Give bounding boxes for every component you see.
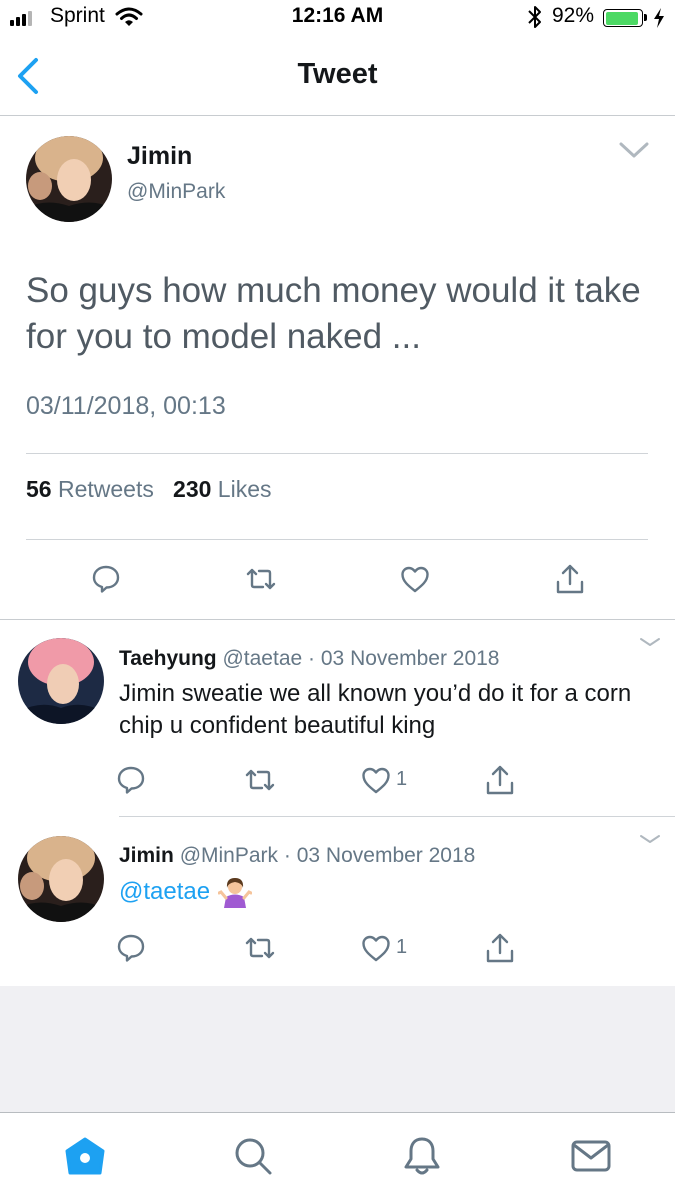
author-handle[interactable]: @MinPark xyxy=(127,180,225,204)
reply-author-handle[interactable]: @taetae xyxy=(222,647,302,670)
battery-icon xyxy=(603,9,643,27)
share-icon xyxy=(556,564,584,594)
tab-notifications[interactable] xyxy=(397,1131,447,1181)
divider xyxy=(26,453,648,454)
reply-date: 03 November 2018 xyxy=(296,844,476,867)
chevron-down-icon[interactable] xyxy=(638,636,662,648)
tweet-timestamp: 03/11/2018, 00:13 xyxy=(26,392,226,420)
tweet-stats: 56 Retweets 230 Likes xyxy=(26,476,272,503)
reply-button[interactable] xyxy=(111,760,151,800)
like-button[interactable] xyxy=(356,760,396,800)
retweets-label[interactable]: Retweets xyxy=(58,476,154,502)
heart-icon xyxy=(401,566,429,593)
share-button[interactable] xyxy=(550,559,590,599)
reply-icon xyxy=(117,766,145,794)
likes-count[interactable]: 230 xyxy=(173,476,211,502)
retweet-icon xyxy=(245,769,275,791)
charging-icon xyxy=(654,8,664,28)
avatar[interactable] xyxy=(18,638,104,724)
chevron-down-icon[interactable] xyxy=(638,833,662,845)
battery-percent: 92% xyxy=(552,4,595,27)
chevron-down-icon[interactable] xyxy=(618,141,650,159)
avatar[interactable] xyxy=(18,836,104,922)
like-count: 1 xyxy=(396,936,408,958)
reply-author-name[interactable]: Jimin xyxy=(119,844,174,867)
likes-label[interactable]: Likes xyxy=(218,476,272,502)
tab-messages[interactable] xyxy=(566,1131,616,1181)
status-bar: Sprint 12:16 AM 92% xyxy=(0,0,675,40)
share-button[interactable] xyxy=(480,760,520,800)
retweet-button[interactable] xyxy=(240,928,280,968)
search-icon xyxy=(235,1138,272,1175)
tab-home[interactable] xyxy=(60,1131,110,1181)
separator-dot: · xyxy=(283,844,291,867)
reply-author-handle[interactable]: @MinPark xyxy=(180,844,278,867)
retweet-button[interactable] xyxy=(241,559,281,599)
avatar-image xyxy=(18,638,104,724)
reply-icon xyxy=(92,565,120,593)
tweet-text: So guys how much money would it take for… xyxy=(26,271,641,356)
divider xyxy=(119,816,675,817)
bluetooth-icon xyxy=(528,6,541,28)
battery-level xyxy=(605,11,638,25)
like-count: 1 xyxy=(396,768,408,790)
reply-icon xyxy=(117,934,145,962)
retweets-count[interactable]: 56 xyxy=(26,476,52,502)
heart-icon xyxy=(362,935,390,962)
mention-link[interactable]: @taetae xyxy=(119,876,210,908)
share-button[interactable] xyxy=(480,928,520,968)
nav-bar: Tweet xyxy=(0,40,675,116)
like-button[interactable] xyxy=(395,559,435,599)
reply-button[interactable] xyxy=(111,928,151,968)
share-icon xyxy=(486,933,514,963)
empty-area xyxy=(0,986,675,1114)
retweet-icon xyxy=(246,568,276,590)
share-icon xyxy=(486,765,514,795)
section-divider xyxy=(0,619,675,620)
separator-dot: · xyxy=(308,647,316,670)
reply-author-name[interactable]: Taehyung xyxy=(119,647,217,670)
like-button[interactable] xyxy=(356,928,396,968)
reply-button[interactable] xyxy=(86,559,126,599)
bell-icon xyxy=(404,1137,440,1175)
home-icon xyxy=(65,1137,105,1175)
mail-icon xyxy=(571,1140,611,1172)
reply-date: 03 November 2018 xyxy=(320,647,500,670)
tab-search[interactable] xyxy=(228,1131,278,1181)
battery-tip xyxy=(644,14,647,21)
author-name[interactable]: Jimin xyxy=(127,142,192,171)
page-title: Tweet xyxy=(297,58,378,90)
person-shrugging-emoji-icon xyxy=(218,878,253,908)
reply-text: @taetae xyxy=(119,876,659,908)
divider xyxy=(26,539,648,540)
retweet-button[interactable] xyxy=(240,760,280,800)
reply-text: Jimin sweatie we all known you’d do it f… xyxy=(119,680,632,739)
reply-header: Taehyung @taetae · 03 November 2018 xyxy=(119,647,500,671)
avatar-image xyxy=(26,136,112,222)
avatar-image xyxy=(18,836,104,922)
tab-bar xyxy=(0,1112,675,1200)
reply-header: Jimin @MinPark · 03 November 2018 xyxy=(119,844,475,868)
heart-icon xyxy=(362,767,390,794)
avatar[interactable] xyxy=(26,136,112,222)
retweet-icon xyxy=(245,937,275,959)
